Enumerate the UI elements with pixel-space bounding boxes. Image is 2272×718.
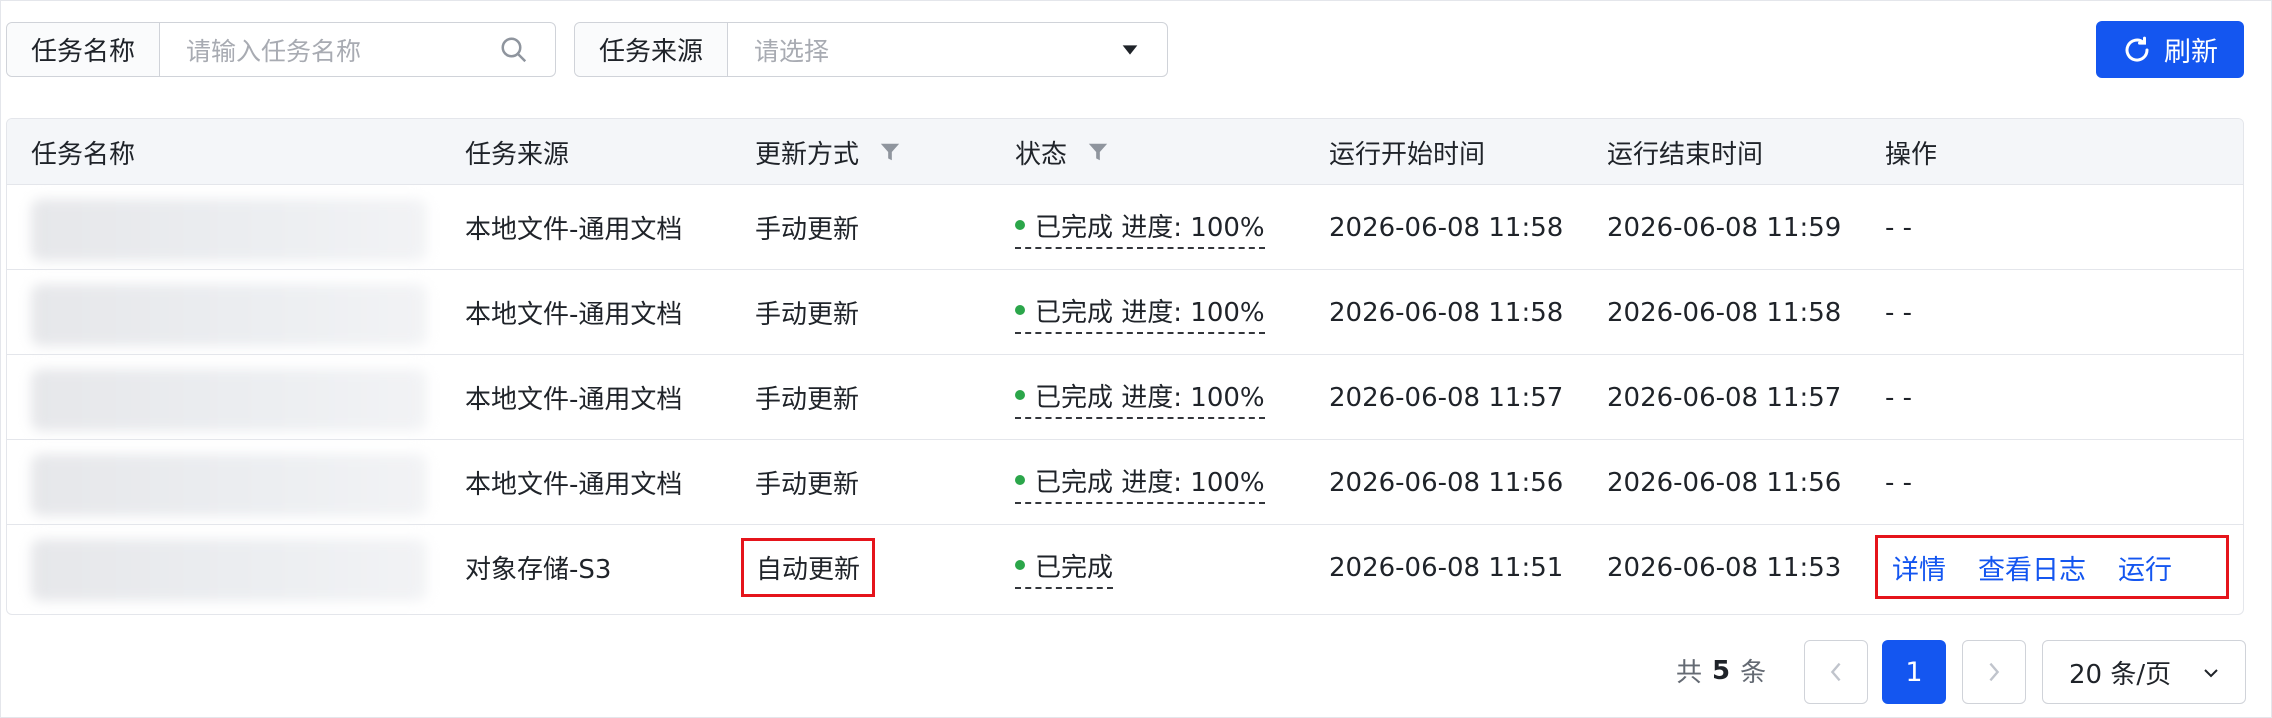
filter-icon[interactable]: [879, 140, 901, 164]
status-text: 已完成 进度: 100%: [1035, 297, 1265, 328]
status-text: 已完成 进度: 100%: [1035, 467, 1265, 498]
redacted-task-name: [31, 369, 427, 431]
cell-actions: - -: [1885, 382, 1913, 413]
refresh-button[interactable]: 刷新: [2096, 21, 2244, 78]
redacted-task-name: [31, 539, 427, 601]
redacted-task-name: [31, 199, 427, 261]
header-end-time: 运行结束时间: [1607, 139, 1764, 170]
total-prefix: 共: [1676, 658, 1703, 688]
status-text: 已完成: [1035, 552, 1114, 583]
cell-end-time: 2026-06-08 11:53: [1607, 552, 1842, 583]
prev-page-button[interactable]: [1804, 640, 1868, 704]
header-start-time: 运行开始时间: [1329, 139, 1486, 170]
header-task-name: 任务名称: [31, 139, 136, 170]
status-dot: [1015, 560, 1025, 570]
status-indicator[interactable]: 已完成 进度: 100%: [1015, 462, 1265, 504]
detail-link[interactable]: 详情: [1892, 548, 1946, 587]
status-indicator[interactable]: 已完成 进度: 100%: [1015, 377, 1265, 419]
table-row: 本地文件-通用文档 手动更新 已完成 进度: 100% 2026-06-08 1…: [7, 440, 2243, 525]
task-name-input-placeholder: 请输入任务名称: [186, 36, 362, 66]
highlighted-update-mode: 自动更新: [741, 538, 876, 597]
status-text: 已完成 进度: 100%: [1035, 212, 1265, 243]
cell-actions: - -: [1885, 297, 1913, 328]
filter-icon[interactable]: [1087, 140, 1109, 164]
cell-actions: - -: [1885, 212, 1913, 243]
redacted-task-name: [31, 284, 427, 346]
chevron-left-icon: [1830, 662, 1841, 682]
refresh-icon: [2125, 36, 2149, 62]
status-indicator[interactable]: 已完成 进度: 100%: [1015, 292, 1265, 334]
cell-start-time: 2026-06-08 11:58: [1329, 212, 1564, 243]
cell-start-time: 2026-06-08 11:57: [1329, 382, 1564, 413]
table-row: 本地文件-通用文档 手动更新 已完成 进度: 100% 2026-06-08 1…: [7, 270, 2243, 355]
task-name-input[interactable]: 请输入任务名称: [160, 23, 555, 76]
refresh-button-label: 刷新: [2164, 37, 2218, 68]
chevron-right-icon: [1989, 662, 2000, 682]
task-source-select-placeholder: 请选择: [754, 36, 830, 66]
highlighted-actions: 详情 查看日志 运行: [1875, 535, 2229, 599]
search-icon[interactable]: [499, 35, 529, 65]
header-actions: 操作: [1885, 139, 1938, 170]
cell-task-source: 本地文件-通用文档: [465, 470, 683, 500]
run-link[interactable]: 运行: [2118, 548, 2172, 587]
cell-task-source: 对象存储-S3: [465, 555, 612, 585]
table-row: 本地文件-通用文档 手动更新 已完成 进度: 100% 2026-06-08 1…: [7, 355, 2243, 440]
cell-task-source: 本地文件-通用文档: [465, 215, 683, 245]
cell-status: 已完成 进度: 100%: [1015, 270, 1265, 355]
next-page-button[interactable]: [1962, 640, 2026, 704]
status-indicator[interactable]: 已完成: [1015, 547, 1114, 589]
status-dot: [1015, 390, 1025, 400]
cell-update-mode: 手动更新: [755, 300, 860, 330]
cell-end-time: 2026-06-08 11:56: [1607, 467, 1842, 498]
redacted-task-name: [31, 454, 427, 516]
cell-status: 已完成 进度: 100%: [1015, 440, 1265, 525]
header-update-mode: 更新方式: [755, 119, 901, 185]
chevron-down-icon: [2204, 669, 2218, 678]
cell-start-time: 2026-06-08 11:56: [1329, 467, 1564, 498]
cell-task-source: 本地文件-通用文档: [465, 385, 683, 415]
header-status-label: 状态: [1015, 139, 1068, 170]
page-1-button[interactable]: 1: [1882, 640, 1946, 704]
cell-status: 已完成: [1015, 525, 1114, 610]
total-count: 5: [1712, 655, 1731, 686]
view-logs-link[interactable]: 查看日志: [1978, 548, 2086, 587]
task-source-filter: 任务来源 请选择: [574, 22, 1168, 77]
status-indicator[interactable]: 已完成 进度: 100%: [1015, 207, 1265, 249]
pagination-total: 共 5 条: [1676, 652, 1766, 689]
table-row: 本地文件-通用文档 手动更新 已完成 进度: 100% 2026-06-08 1…: [7, 185, 2243, 270]
cell-status: 已完成 进度: 100%: [1015, 185, 1265, 270]
task-source-filter-label: 任务来源: [575, 23, 729, 76]
cell-task-source: 本地文件-通用文档: [465, 300, 683, 330]
task-name-filter: 任务名称 请输入任务名称: [6, 22, 556, 77]
header-task-source: 任务来源: [465, 139, 570, 170]
status-dot: [1015, 220, 1025, 230]
cell-status: 已完成 进度: 100%: [1015, 355, 1265, 440]
status-dot: [1015, 475, 1025, 485]
caret-down-icon: [1122, 44, 1138, 55]
cell-start-time: 2026-06-08 11:51: [1329, 552, 1564, 583]
task-name-filter-label: 任务名称: [7, 23, 161, 76]
cell-update-mode: 自动更新: [741, 525, 876, 610]
cell-end-time: 2026-06-08 11:58: [1607, 297, 1842, 328]
cell-end-time: 2026-06-08 11:57: [1607, 382, 1842, 413]
header-update-mode-label: 更新方式: [755, 139, 860, 170]
page-size-select[interactable]: 20 条/页: [2042, 640, 2246, 704]
cell-update-mode: 手动更新: [755, 385, 860, 415]
task-table: 任务名称 任务来源 更新方式 状态 运行开始时间 运行结束时间 操作 本地文件-…: [6, 118, 2244, 615]
cell-start-time: 2026-06-08 11:58: [1329, 297, 1564, 328]
status-dot: [1015, 305, 1025, 315]
update-mode-text: 自动更新: [756, 555, 861, 585]
cell-update-mode: 手动更新: [755, 215, 860, 245]
cell-actions: - -: [1885, 467, 1913, 498]
total-suffix: 条: [1740, 658, 1767, 688]
page-size-value: 20 条/页: [2069, 659, 2172, 690]
table-row: 对象存储-S3 自动更新 已完成 2026-06-08 11:51 2026-0…: [7, 525, 2243, 610]
status-text: 已完成 进度: 100%: [1035, 382, 1265, 413]
task-source-select[interactable]: 请选择: [728, 23, 1167, 76]
cell-update-mode: 手动更新: [755, 470, 860, 500]
table-header: 任务名称 任务来源 更新方式 状态 运行开始时间 运行结束时间 操作: [7, 119, 2243, 185]
header-status: 状态: [1015, 119, 1109, 185]
cell-end-time: 2026-06-08 11:59: [1607, 212, 1842, 243]
